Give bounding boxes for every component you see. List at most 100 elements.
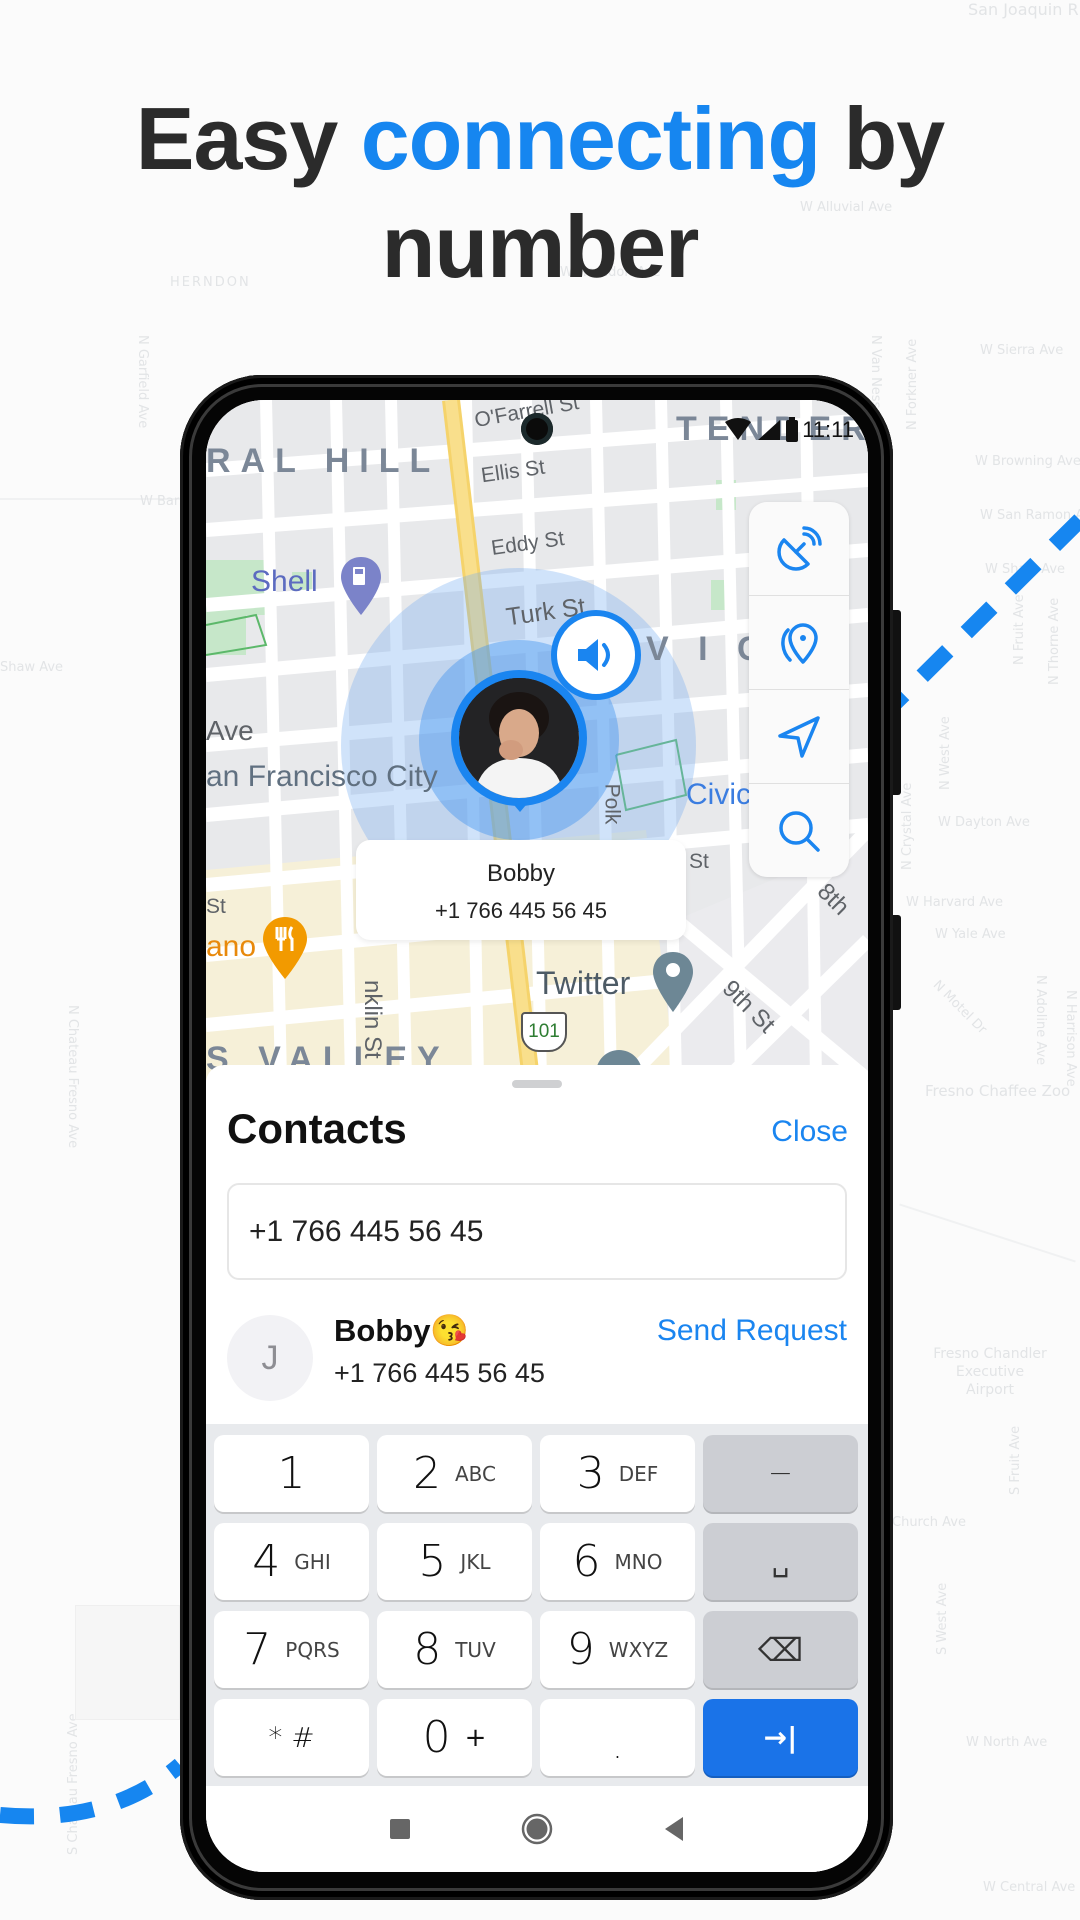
- gas-station-pin-icon[interactable]: [339, 555, 383, 617]
- recents-icon[interactable]: [389, 1818, 411, 1840]
- contact-callout[interactable]: Bobby +1 766 445 56 45: [356, 840, 686, 940]
- home-icon[interactable]: [521, 1813, 553, 1845]
- route-dash-left: [0, 1758, 186, 1825]
- map-label-poi: Shell: [251, 565, 318, 598]
- sound-button[interactable]: [551, 610, 641, 700]
- map-label-poi: Twitter: [536, 965, 631, 1001]
- navigate-icon: [778, 715, 820, 758]
- map-label-district: RAL HILL: [206, 442, 441, 480]
- pin-pointer: [508, 798, 532, 812]
- key-8[interactable]: 8 TUV: [377, 1611, 532, 1688]
- key-digit: 3: [576, 1448, 605, 1499]
- key-2[interactable]: 2 ABC: [377, 1435, 532, 1512]
- key-digit: 5: [418, 1536, 447, 1587]
- headline-line-2: number: [381, 197, 700, 296]
- location-share-icon: [781, 622, 818, 664]
- callout-name: Bobby: [486, 860, 556, 887]
- key-0[interactable]: 0 +: [377, 1699, 532, 1776]
- headline-text: by: [820, 89, 946, 188]
- status-bar: 11:11: [723, 416, 854, 444]
- drag-handle[interactable]: [512, 1080, 562, 1088]
- contact-avatar-pin[interactable]: [451, 670, 587, 806]
- callout-phone: +1 766 445 56 45: [435, 898, 607, 923]
- key-digit: 6: [572, 1536, 601, 1587]
- key-6[interactable]: 6 MNO: [540, 1523, 695, 1600]
- key-backspace[interactable]: ⌫: [703, 1611, 858, 1688]
- signal-icon: [758, 420, 781, 440]
- key-digit: 4: [252, 1536, 281, 1587]
- search-icon: [779, 810, 820, 852]
- twitter-pin-icon[interactable]: [651, 950, 695, 1014]
- key-letters: ABC: [454, 1461, 496, 1486]
- map-label-street: St: [206, 895, 226, 918]
- contact-phone: +1 766 445 56 45: [334, 1358, 545, 1388]
- phone-number-input[interactable]: +1 766 445 56 45: [227, 1183, 847, 1280]
- sheet-title: Contacts: [227, 1105, 407, 1152]
- key-digit: 8: [413, 1624, 442, 1675]
- navigation-bar: [206, 1786, 868, 1872]
- key-symbols: * #: [268, 1721, 315, 1754]
- key-next[interactable]: →|: [703, 1699, 858, 1776]
- key-period[interactable]: .: [540, 1699, 695, 1776]
- map-label-city: an Francisco City: [206, 760, 438, 793]
- battery-icon: [786, 417, 799, 442]
- route-dash-right: [887, 514, 1080, 711]
- map-label-restaurant: ano: [206, 930, 257, 963]
- key-letters: MNO: [614, 1549, 663, 1574]
- power-button: [893, 915, 901, 1010]
- contact-photo: [459, 678, 579, 798]
- wifi-icon: [725, 418, 752, 440]
- map-label-street: Ave: [206, 715, 254, 746]
- back-icon[interactable]: [663, 1816, 685, 1842]
- key-digit: 1: [277, 1448, 306, 1499]
- search-button[interactable]: [749, 784, 849, 877]
- backspace-icon: ⌫: [757, 1630, 804, 1669]
- key-1[interactable]: 1: [214, 1435, 369, 1512]
- key-symbols: .: [612, 1727, 623, 1766]
- key-digit: 7: [243, 1624, 272, 1675]
- speaker-icon: [578, 639, 610, 671]
- contact-list-item[interactable]: J Bobby😘 +1 766 445 56 45 Send Request: [227, 1310, 847, 1401]
- headline-text: Easy: [135, 89, 361, 188]
- navigate-button[interactable]: [749, 690, 849, 784]
- satellite-icon: [777, 525, 822, 571]
- key-digit: 2: [412, 1448, 441, 1499]
- send-request-button[interactable]: Send Request: [657, 1314, 847, 1348]
- key-star-hash[interactable]: * #: [214, 1699, 369, 1776]
- contact-initial-avatar: J: [227, 1315, 313, 1401]
- key-letters: GHI: [294, 1549, 331, 1574]
- key-letters: +: [464, 1722, 487, 1753]
- map-label-street: St: [689, 850, 709, 873]
- key-minus[interactable]: −: [703, 1435, 858, 1512]
- satellite-button[interactable]: [749, 502, 849, 596]
- key-7[interactable]: 7 PQRS: [214, 1611, 369, 1688]
- highway-shield: 101: [521, 1012, 567, 1052]
- key-letters: PQRS: [285, 1637, 340, 1662]
- key-9[interactable]: 9 WXYZ: [540, 1611, 695, 1688]
- key-letters: WXYZ: [608, 1637, 669, 1662]
- tab-arrow-icon: →|: [763, 1721, 798, 1754]
- minus-icon: −: [767, 1456, 794, 1491]
- map-label-street: Polk: [600, 783, 624, 825]
- key-letters: JKL: [460, 1549, 491, 1574]
- volume-button: [893, 610, 901, 795]
- headline-accent: connecting: [360, 89, 821, 188]
- contact-name: Bobby😘: [334, 1313, 470, 1348]
- phone-screen: RAL HILL TENDER V I C O'Farrell St Ellis…: [206, 400, 868, 1872]
- key-space[interactable]: ␣: [703, 1523, 858, 1600]
- close-button[interactable]: Close: [771, 1115, 848, 1149]
- numeric-keyboard: 1 2 ABC 3 DEF − 4 GHI 5 JKL 6 MNO ␣ 7 PQRS 8 TU…: [206, 1424, 868, 1786]
- map-controls: [749, 502, 849, 877]
- key-digit: 9: [566, 1624, 595, 1675]
- space-icon: ␣: [771, 1545, 790, 1578]
- key-digit: 0: [422, 1712, 451, 1763]
- share-location-button[interactable]: [749, 596, 849, 690]
- key-5[interactable]: 5 JKL: [377, 1523, 532, 1600]
- key-letters: TUV: [455, 1637, 496, 1662]
- person-photo: [459, 678, 579, 798]
- restaurant-pin-icon[interactable]: [261, 915, 309, 981]
- headline-line-1: Easy connecting by: [0, 85, 1080, 193]
- key-3[interactable]: 3 DEF: [540, 1435, 695, 1512]
- map-view[interactable]: RAL HILL TENDER V I C O'Farrell St Ellis…: [206, 400, 868, 1080]
- key-4[interactable]: 4 GHI: [214, 1523, 369, 1600]
